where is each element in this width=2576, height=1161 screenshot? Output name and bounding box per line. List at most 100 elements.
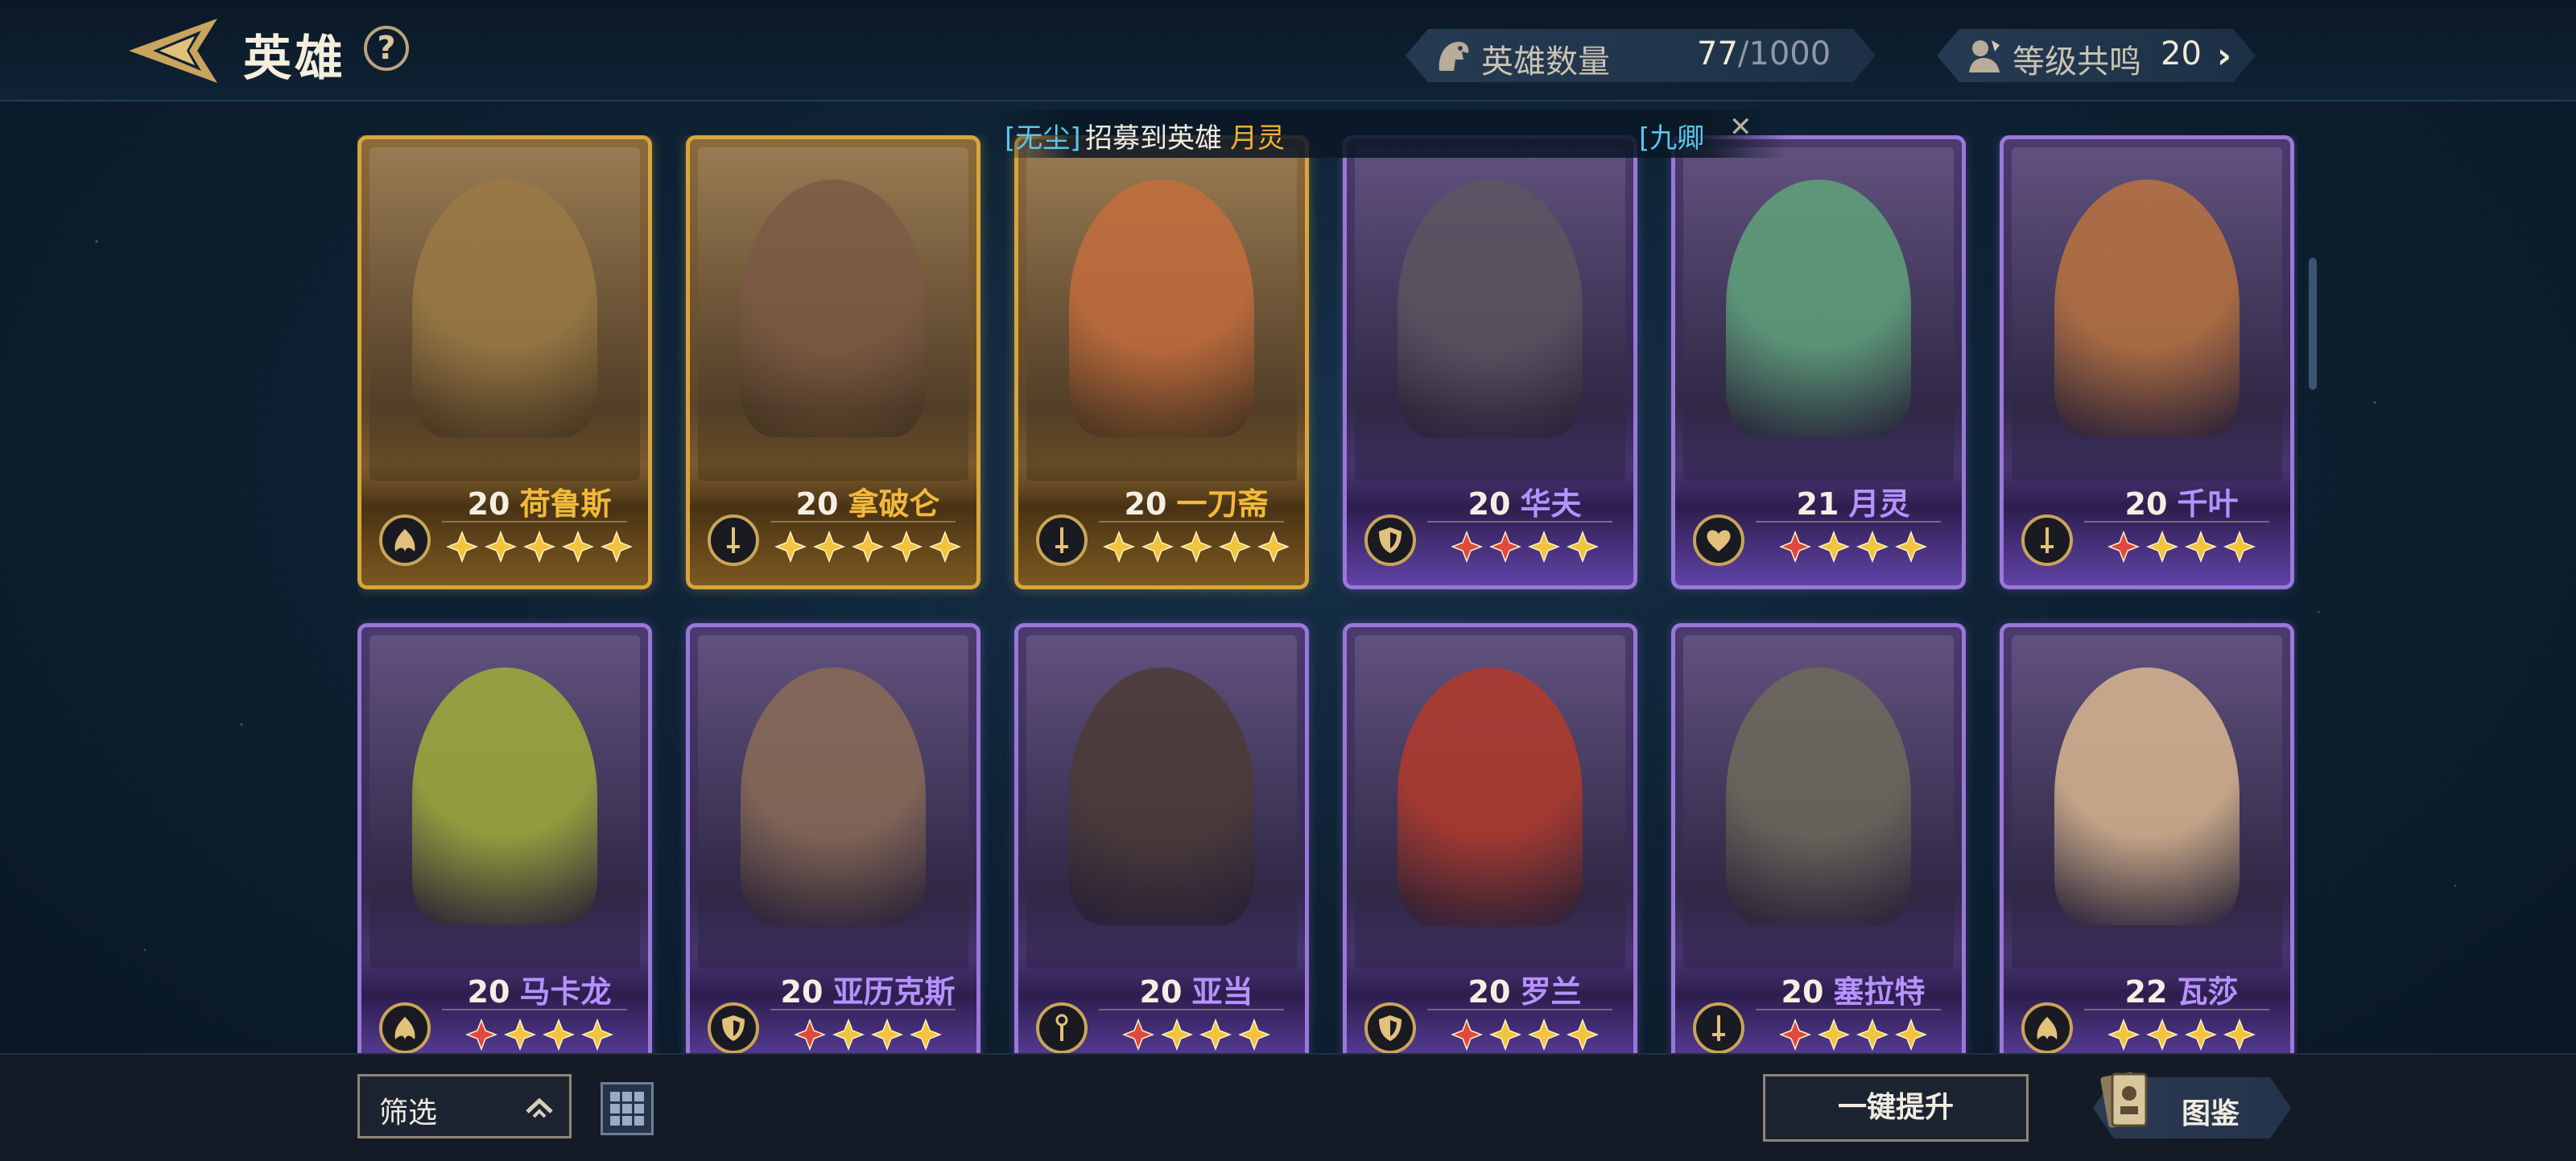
hero-grid: 20 荷鲁斯 20 拿破仑 20 一刀斋 20 华夫 21 月灵 20 千叶 20 马卡龙 20 亚历克斯 20…: [357, 135, 2297, 1053]
nameplate-divider: [1099, 1009, 1284, 1010]
hero-count-label: 英雄数量: [1481, 43, 1610, 81]
hero-stars: [439, 531, 640, 571]
hero-card[interactable]: 20 荷鲁斯: [357, 135, 652, 589]
gold-star-icon: [2185, 1018, 2217, 1051]
hero-stars: [1424, 531, 1625, 571]
hero-card[interactable]: 20 亚当: [1014, 623, 1309, 1053]
hero-card[interactable]: 20 一刀斋: [1014, 135, 1309, 589]
gold-star-icon: [1238, 1018, 1270, 1051]
close-icon[interactable]: ✕: [1729, 111, 1752, 143]
gold-star-icon: [1895, 531, 1927, 563]
hero-name: 拿破仑: [848, 486, 940, 522]
hero-art: [412, 667, 597, 925]
red-star-icon: [1779, 1018, 1811, 1051]
hero-helmet-icon: [1433, 35, 1475, 77]
hero-stars: [439, 1018, 640, 1053]
hero-name-row: 20 一刀斋: [1096, 479, 1297, 522]
gold-star-icon: [890, 531, 923, 563]
hero-name-row: 20 亚当: [1096, 967, 1297, 1010]
top-bar: 英雄 ? 英雄数量 77/1000 等级共鸣 20 ›: [0, 0, 2576, 101]
hero-portrait: [1026, 147, 1297, 481]
hero-name: 塞拉特: [1833, 974, 1926, 1010]
gold-star-icon: [1141, 531, 1174, 563]
red-star-icon: [465, 1018, 497, 1051]
gold-star-icon: [1818, 531, 1850, 563]
hero-stars: [767, 531, 968, 571]
hero-name-row: 22 瓦莎: [2081, 967, 2282, 1010]
hero-portrait: [1355, 147, 1625, 481]
hero-portrait: [2012, 635, 2282, 969]
back-button[interactable]: [121, 14, 225, 87]
gold-star-icon: [1180, 531, 1212, 563]
gold-star-icon: [1103, 531, 1135, 563]
hero-art: [2054, 180, 2240, 437]
hero-stars: [2081, 1018, 2282, 1053]
help-button[interactable]: ?: [364, 26, 409, 71]
hero-name-row: 20 千叶: [2081, 479, 2282, 522]
hero-name: 千叶: [2177, 486, 2239, 522]
hero-level: 20: [1124, 486, 1167, 522]
bottom-bar: 筛选 一键提升 图鉴: [0, 1053, 2576, 1161]
hero-portrait: [1683, 147, 1954, 481]
hero-level: 20: [1139, 974, 1183, 1010]
hero-portrait: [1026, 635, 1297, 969]
gold-star-icon: [1856, 1018, 1889, 1051]
hero-count-value: 77/1000: [1697, 35, 1831, 72]
chevron-up-icon: [526, 1097, 553, 1118]
hero-name-row: 20 荷鲁斯: [439, 479, 640, 522]
one-click-upgrade-button[interactable]: 一键提升: [1763, 1074, 2029, 1142]
shield-role-icon: [1364, 514, 1416, 566]
hero-level: 20: [780, 974, 824, 1010]
hero-portrait: [369, 147, 640, 481]
gold-star-icon: [1895, 1018, 1927, 1051]
gold-star-icon: [2223, 531, 2256, 563]
hero-level: 20: [467, 486, 510, 522]
hero-art: [1397, 180, 1583, 437]
hero-card[interactable]: 20 拿破仑: [686, 135, 980, 589]
gold-star-icon: [871, 1018, 903, 1051]
hero-card[interactable]: 20 罗兰: [1343, 623, 1637, 1053]
hero-level: 20: [1468, 486, 1511, 522]
nameplate-divider: [1756, 521, 1941, 523]
resonance-value: 20: [2161, 35, 2202, 72]
shield-role-icon: [1364, 1002, 1416, 1053]
hero-stars: [1424, 1018, 1625, 1053]
nameplate-divider: [1756, 1009, 1941, 1010]
question-mark-icon: ?: [377, 30, 396, 67]
sword-role-icon: [2021, 514, 2073, 566]
grid-view-toggle[interactable]: [601, 1082, 654, 1135]
hero-name: 华夫: [1520, 486, 1582, 522]
gold-star-icon: [581, 1018, 613, 1051]
nameplate-divider: [1099, 521, 1284, 523]
hero-level: 20: [1468, 974, 1511, 1010]
hero-card[interactable]: 20 千叶: [2000, 135, 2294, 589]
gold-star-icon: [2107, 1018, 2140, 1051]
filter-button[interactable]: 筛选: [357, 1074, 572, 1138]
hero-count-current: 77: [1697, 35, 1738, 72]
nameplate-divider: [1427, 521, 1612, 523]
hero-art: [1069, 180, 1254, 437]
hero-card[interactable]: 20 马卡龙: [357, 623, 652, 1053]
hero-level: 20: [1781, 974, 1824, 1010]
hero-art: [1726, 180, 1911, 437]
hero-card[interactable]: 20 亚历克斯: [686, 623, 980, 1053]
heart-role-icon: [1693, 514, 1744, 566]
sword-role-icon: [1036, 514, 1088, 566]
hero-card[interactable]: 20 塞拉特: [1671, 623, 1966, 1053]
resonance-icon: [1964, 35, 2006, 77]
gold-star-icon: [852, 531, 884, 563]
gold-star-icon: [1489, 1018, 1521, 1051]
nameplate-divider: [442, 1009, 627, 1010]
hero-name: 一刀斋: [1176, 486, 1269, 522]
red-star-icon: [2107, 531, 2140, 563]
hero-count-pill: 英雄数量 77/1000: [1406, 29, 1876, 82]
grid-scrollbar[interactable]: [2309, 258, 2317, 390]
hero-stars: [2081, 531, 2282, 571]
red-star-icon: [794, 1018, 826, 1051]
hero-card[interactable]: 21 月灵: [1671, 135, 1966, 589]
level-resonance-button[interactable]: 等级共鸣 20 ›: [1937, 29, 2256, 82]
hero-art: [1069, 667, 1254, 925]
notice-player-name-2: [九卿: [1639, 122, 1705, 155]
hero-card[interactable]: 20 华夫: [1343, 135, 1637, 589]
hero-card[interactable]: 22 瓦莎: [2000, 623, 2294, 1053]
